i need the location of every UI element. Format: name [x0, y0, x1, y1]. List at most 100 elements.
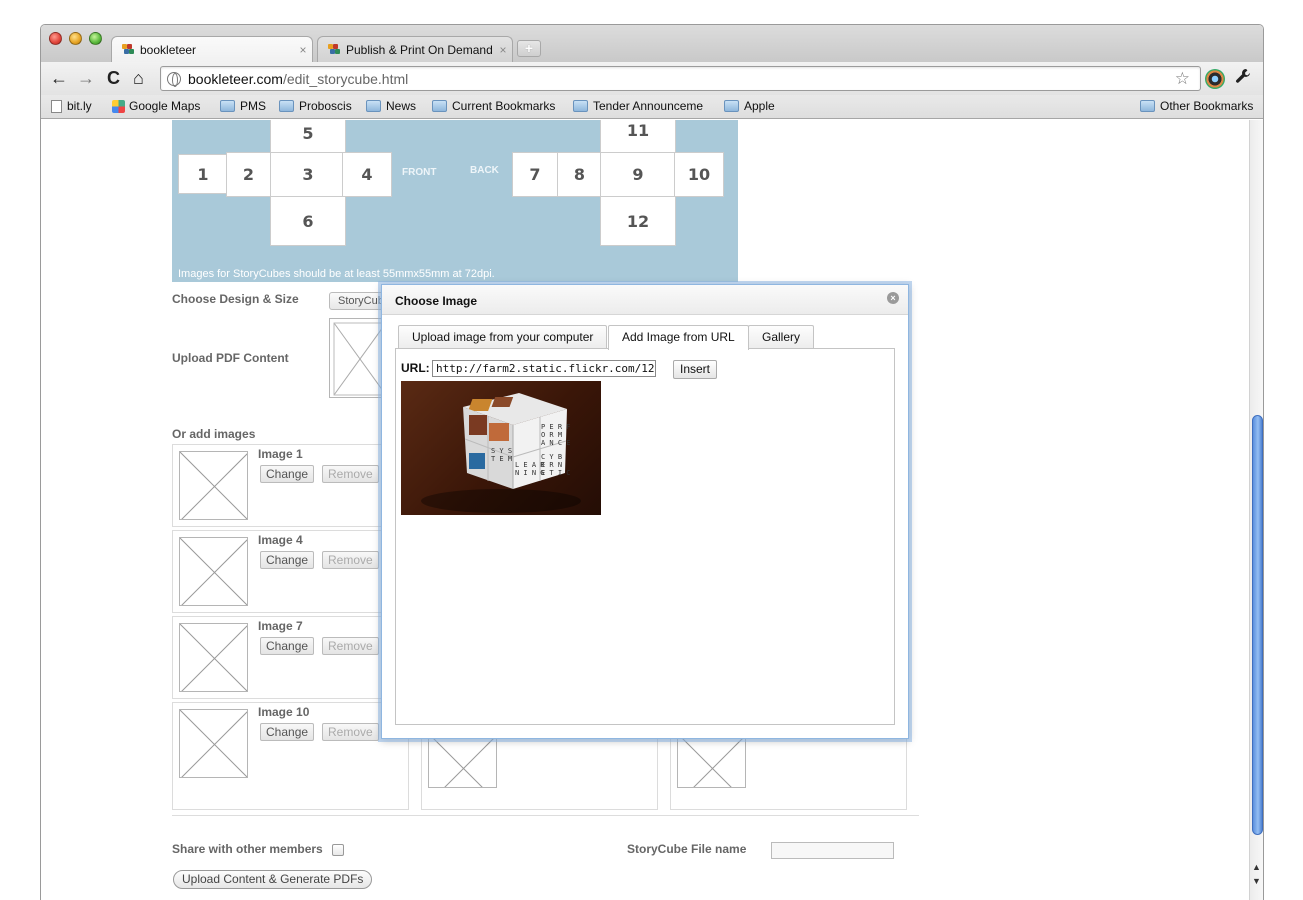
bookmark-pms[interactable]: PMS [220, 99, 266, 113]
cube-face: 2 [226, 152, 271, 197]
new-tab-button[interactable]: + [517, 40, 541, 57]
bookmark-star-icon[interactable]: ☆ [1175, 69, 1190, 89]
page-scrollbar[interactable]: ▲ ▼ [1249, 120, 1263, 900]
extension-icon[interactable] [1205, 69, 1225, 89]
close-window-button[interactable] [49, 32, 62, 45]
url-label: URL: [401, 361, 430, 375]
image-placeholder[interactable] [179, 537, 248, 606]
other-bookmarks[interactable]: Other Bookmarks [1140, 99, 1253, 113]
tab-gallery[interactable]: Gallery [748, 325, 815, 349]
image-placeholder[interactable] [677, 733, 746, 788]
share-checkbox[interactable] [332, 844, 344, 856]
change-image-button[interactable]: Change [260, 723, 315, 741]
cube-face: 8 [557, 152, 602, 197]
scrollbar-thumb[interactable] [1252, 415, 1263, 835]
tab-title: bookleteer [140, 42, 197, 57]
image-placeholder[interactable] [179, 623, 248, 692]
cube-face: 6 [270, 196, 346, 246]
scroll-up-arrow-icon[interactable]: ▲ [1252, 862, 1261, 872]
tab-close-icon[interactable]: × [494, 43, 512, 57]
close-icon[interactable]: × [887, 292, 899, 304]
image-title: Image 7 [258, 619, 303, 633]
filename-input[interactable] [771, 842, 894, 859]
design-size-label: Choose Design & Size [172, 292, 299, 306]
tab-upload-from-computer[interactable]: Upload image from your computer [398, 325, 608, 349]
image-url-input[interactable]: http://farm2.static.flickr.com/1227/828 [432, 360, 656, 377]
insert-button[interactable]: Insert [673, 360, 718, 379]
folder-icon [279, 100, 294, 112]
cube-face: 12 [600, 196, 676, 246]
address-bar[interactable]: bookleteer.com/edit_storycube.html ☆ [160, 66, 1201, 91]
change-image-button[interactable]: Change [260, 465, 315, 483]
image-slot: Image 10 Change Remove [172, 702, 409, 810]
share-label: Share with other members [172, 842, 323, 856]
image-placeholder[interactable] [179, 451, 248, 520]
cube-letters: T E M [491, 455, 512, 463]
url-tab-panel: URL: http://farm2.static.flickr.com/1227… [395, 348, 895, 725]
remove-image-button[interactable]: Remove [322, 465, 379, 483]
bookmark-proboscis[interactable]: Proboscis [279, 99, 352, 113]
filename-label: StoryCube File name [627, 842, 747, 856]
minimize-window-button[interactable] [69, 32, 82, 45]
folder-icon [432, 100, 447, 112]
folder-icon [220, 100, 235, 112]
upload-pdf-label: Upload PDF Content [172, 351, 289, 365]
image-title: Image 1 [258, 447, 303, 461]
image-slot: Image 1 Change Remove [172, 444, 409, 527]
choose-image-dialog: Choose Image × Upload image from your co… [381, 284, 909, 739]
bookmark-bitly[interactable]: bit.ly [51, 99, 92, 113]
home-icon[interactable]: ⌂ [133, 68, 144, 88]
divider [172, 815, 919, 816]
remove-image-button[interactable]: Remove [322, 551, 379, 569]
cube-letters: A N C E [541, 439, 571, 447]
cube-face: 11 [600, 120, 676, 153]
bookmarks-bar: bit.ly Google Maps PMS Proboscis News Cu… [41, 95, 1263, 119]
bookmark-apple[interactable]: Apple [724, 99, 775, 113]
tab-publish-print[interactable]: Publish & Print On Demand × [317, 36, 513, 62]
cube-face: 10 [674, 152, 724, 197]
address-url: bookleteer.com/edit_storycube.html [188, 70, 409, 87]
bookleteer-favicon-icon [122, 43, 136, 56]
folder-icon [724, 100, 739, 112]
bookmark-news[interactable]: News [366, 99, 416, 113]
cube-face: 9 [600, 152, 676, 197]
dialog-title: Choose Image [395, 294, 478, 308]
image-slot: Image 7 Change Remove [172, 616, 409, 699]
browser-toolbar: ← → C ⌂ bookleteer.com/edit_storycube.ht… [41, 62, 1263, 95]
image-preview: S Y S T E M P E R F O R M A N C E L E A … [401, 381, 601, 515]
tab-title: Publish & Print On Demand [346, 42, 493, 57]
bookmark-google-maps[interactable]: Google Maps [112, 99, 200, 113]
change-image-button[interactable]: Change [260, 637, 315, 655]
pdf-placeholder[interactable] [329, 318, 389, 398]
remove-image-button[interactable]: Remove [322, 637, 379, 655]
front-label: FRONT [402, 167, 437, 178]
scroll-down-arrow-icon[interactable]: ▼ [1252, 876, 1261, 886]
bookmark-current-bookmarks[interactable]: Current Bookmarks [432, 99, 555, 113]
tab-close-icon[interactable]: × [294, 43, 312, 57]
tab-bookleteer[interactable]: bookleteer × [111, 36, 313, 62]
reload-icon[interactable]: C [107, 68, 120, 88]
cube-letters: O R M [541, 431, 562, 439]
cube-face: 4 [342, 152, 392, 197]
image-placeholder[interactable] [428, 733, 497, 788]
zoom-window-button[interactable] [89, 32, 102, 45]
page-icon [51, 99, 62, 113]
folder-icon [366, 100, 381, 112]
tab-add-image-from-url[interactable]: Add Image from URL [608, 325, 749, 350]
bookmark-tender-announcements[interactable]: Tender Announceme [573, 99, 709, 113]
storycube-template-preview: 5 1 2 3 4 6 FRONT BACK 11 7 8 9 10 12 Im… [172, 120, 738, 282]
google-maps-icon [112, 99, 125, 113]
template-size-note: Images for StoryCubes should be at least… [178, 268, 495, 280]
folder-icon [1140, 100, 1155, 112]
image-title: Image 10 [258, 705, 310, 719]
cube-letters: P E R F [541, 423, 571, 431]
image-placeholder[interactable] [179, 709, 248, 778]
tab-strip: bookleteer × Publish & Print On Demand ×… [41, 25, 1263, 62]
forward-arrow-icon[interactable]: → [77, 68, 95, 88]
image-slot: Image 4 Change Remove [172, 530, 409, 613]
remove-image-button[interactable]: Remove [322, 723, 379, 741]
change-image-button[interactable]: Change [260, 551, 315, 569]
back-arrow-icon[interactable]: ← [50, 68, 68, 88]
generate-pdfs-button[interactable]: Upload Content & Generate PDFs [173, 870, 373, 889]
wrench-menu-icon[interactable] [1235, 68, 1251, 89]
